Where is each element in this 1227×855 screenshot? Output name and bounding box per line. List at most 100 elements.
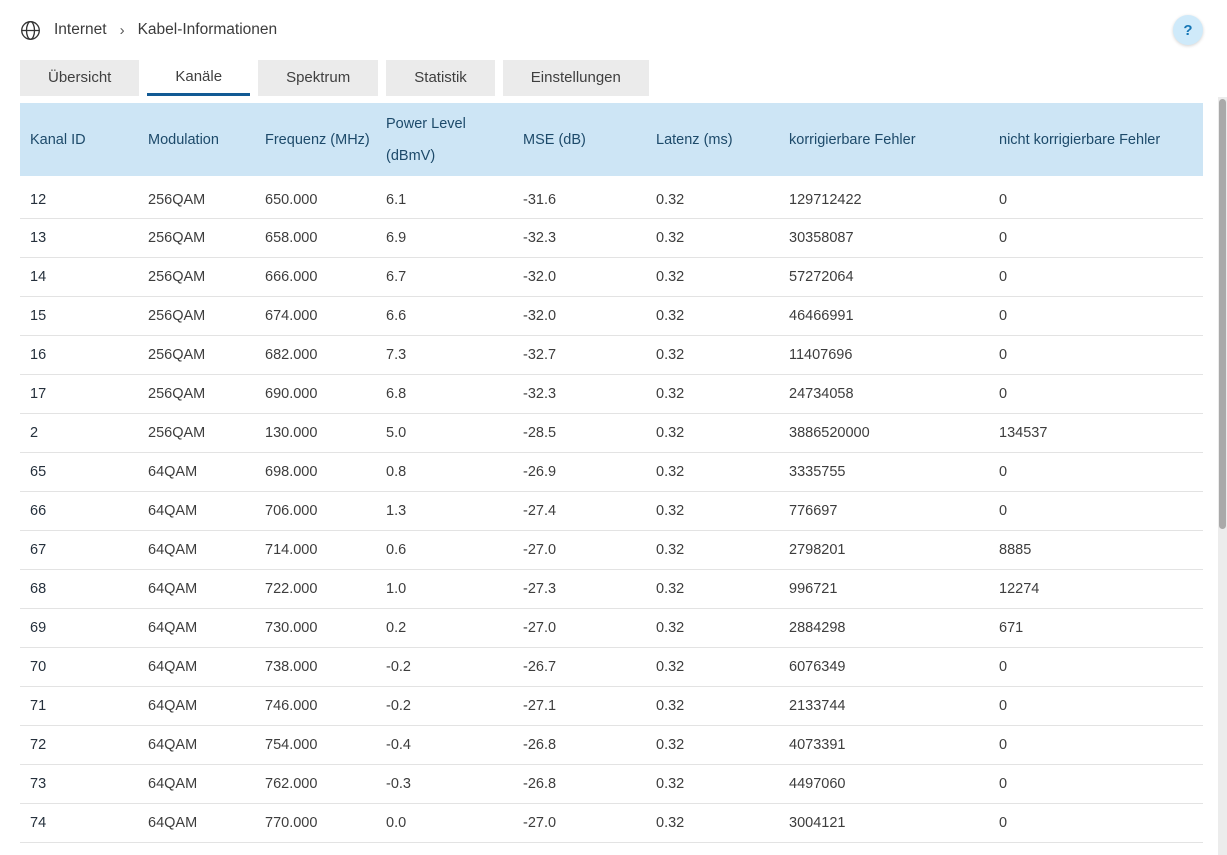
- column-header-korrigierbare-fehler: korrigierbare Fehler: [779, 103, 989, 182]
- table-cell: 0: [989, 803, 1203, 843]
- table-cell: 66: [20, 491, 138, 531]
- table-cell: 0.32: [646, 686, 779, 726]
- table-cell: -26.8: [513, 725, 646, 765]
- table-cell: 738.000: [255, 647, 376, 687]
- table-cell: 69: [20, 608, 138, 648]
- channels-table-container: Kanal ID Modulation Frequenz (MHz) Power…: [20, 103, 1203, 855]
- tab-statistik[interactable]: Statistik: [386, 60, 495, 96]
- table-cell: 72: [20, 725, 138, 765]
- table-cell: 666.000: [255, 257, 376, 297]
- table-cell: 706.000: [255, 491, 376, 531]
- table-cell: 2: [20, 413, 138, 453]
- table-cell: 7.3: [376, 335, 513, 375]
- table-cell: 778.000: [255, 842, 376, 855]
- tab-uebersicht[interactable]: Übersicht: [20, 60, 140, 96]
- table-cell: -26.5: [513, 842, 646, 855]
- table-row: 71 64QAM 746.000 -0.2 -27.1 0.32 2133744 0: [20, 686, 1203, 726]
- table-cell: 3004121: [779, 803, 989, 843]
- table-cell: 256QAM: [138, 257, 255, 297]
- table-cell: 64QAM: [138, 803, 255, 843]
- table-cell: 64QAM: [138, 686, 255, 726]
- table-cell: 256QAM: [138, 178, 255, 219]
- table-cell: 6.7: [376, 257, 513, 297]
- table-cell: 256QAM: [138, 296, 255, 336]
- table-cell: -0.4: [376, 725, 513, 765]
- table-cell: -27.0: [513, 608, 646, 648]
- column-header-frequenz: Frequenz (MHz): [255, 103, 376, 182]
- table-cell: 0.32: [646, 647, 779, 687]
- tab-kanaele[interactable]: Kanäle: [147, 60, 251, 96]
- table-cell: 0.32: [646, 413, 779, 453]
- table-cell: 996721: [779, 569, 989, 609]
- column-header-latenz: Latenz (ms): [646, 103, 779, 182]
- scrollbar-thumb[interactable]: [1219, 99, 1226, 529]
- table-cell: -27.4: [513, 491, 646, 531]
- table-cell: 0: [989, 686, 1203, 726]
- column-header-modulation: Modulation: [138, 103, 255, 182]
- table-cell: -27.3: [513, 569, 646, 609]
- table-row: 73 64QAM 762.000 -0.3 -26.8 0.32 4497060 0: [20, 764, 1203, 804]
- table-cell: 64QAM: [138, 569, 255, 609]
- table-cell: 130.000: [255, 413, 376, 453]
- table-cell: 12274: [989, 569, 1203, 609]
- table-cell: -26.8: [513, 764, 646, 804]
- table-cell: 2884298: [779, 608, 989, 648]
- table-cell: 0.32: [646, 257, 779, 297]
- table-cell: 0: [989, 374, 1203, 414]
- scrollbar[interactable]: [1218, 97, 1227, 855]
- table-cell: 30358087: [779, 218, 989, 258]
- table-cell: 0.6: [376, 530, 513, 570]
- table-cell: -32.7: [513, 335, 646, 375]
- table-cell: -27.1: [513, 686, 646, 726]
- table-row: 74 64QAM 770.000 0.0 -27.0 0.32 3004121 0: [20, 803, 1203, 843]
- table-row: 69 64QAM 730.000 0.2 -27.0 0.32 2884298 671: [20, 608, 1203, 648]
- breadcrumb: Internet › Kabel-Informationen: [20, 20, 277, 41]
- table-cell: 4073391: [779, 725, 989, 765]
- table-cell: 12820194: [779, 842, 989, 855]
- table-cell: 0: [989, 452, 1203, 492]
- table-cell: -26.7: [513, 647, 646, 687]
- breadcrumb-internet[interactable]: Internet: [54, 21, 107, 39]
- table-cell: 0.8: [376, 452, 513, 492]
- table-cell: 6.9: [376, 218, 513, 258]
- table-cell: 0: [989, 335, 1203, 375]
- table-cell: 6076349: [779, 647, 989, 687]
- table-row: 68 64QAM 722.000 1.0 -27.3 0.32 996721 12274: [20, 569, 1203, 609]
- table-cell: 4497060: [779, 764, 989, 804]
- table-cell: 650.000: [255, 178, 376, 219]
- table-cell: 11407696: [779, 335, 989, 375]
- table-cell: 57272064: [779, 257, 989, 297]
- table-cell: 0: [989, 842, 1203, 855]
- table-cell: 6.6: [376, 296, 513, 336]
- tab-spektrum[interactable]: Spektrum: [258, 60, 379, 96]
- table-cell: 64QAM: [138, 842, 255, 855]
- table-cell: 75: [20, 842, 138, 855]
- table-cell: 698.000: [255, 452, 376, 492]
- table-row: 14 256QAM 666.000 6.7 -32.0 0.32 57272064 0: [20, 257, 1203, 297]
- table-row: 12 256QAM 650.000 6.1 -31.6 0.32 129712422 0: [20, 178, 1203, 219]
- table-cell: 6.1: [376, 178, 513, 219]
- table-cell: 68: [20, 569, 138, 609]
- table-row: 2 256QAM 130.000 5.0 -28.5 0.32 3886520000 1345…: [20, 413, 1203, 453]
- table-cell: -32.3: [513, 218, 646, 258]
- table-cell: 0.32: [646, 803, 779, 843]
- table-cell: 3335755: [779, 452, 989, 492]
- table-cell: 746.000: [255, 686, 376, 726]
- table-cell: 0.32: [646, 491, 779, 531]
- table-cell: -0.2: [376, 686, 513, 726]
- table-cell: 64QAM: [138, 725, 255, 765]
- table-cell: 24734058: [779, 374, 989, 414]
- table-cell: 0: [989, 764, 1203, 804]
- table-cell: 256QAM: [138, 218, 255, 258]
- table-cell: 12: [20, 178, 138, 219]
- help-button[interactable]: ?: [1173, 15, 1203, 45]
- table-cell: 64QAM: [138, 491, 255, 531]
- table-cell: 64QAM: [138, 647, 255, 687]
- table-cell: 256QAM: [138, 413, 255, 453]
- tab-einstellungen[interactable]: Einstellungen: [502, 60, 649, 96]
- table-cell: 0: [989, 218, 1203, 258]
- table-cell: 714.000: [255, 530, 376, 570]
- table-cell: 776697: [779, 491, 989, 531]
- table-cell: 46466991: [779, 296, 989, 336]
- table-cell: 64QAM: [138, 452, 255, 492]
